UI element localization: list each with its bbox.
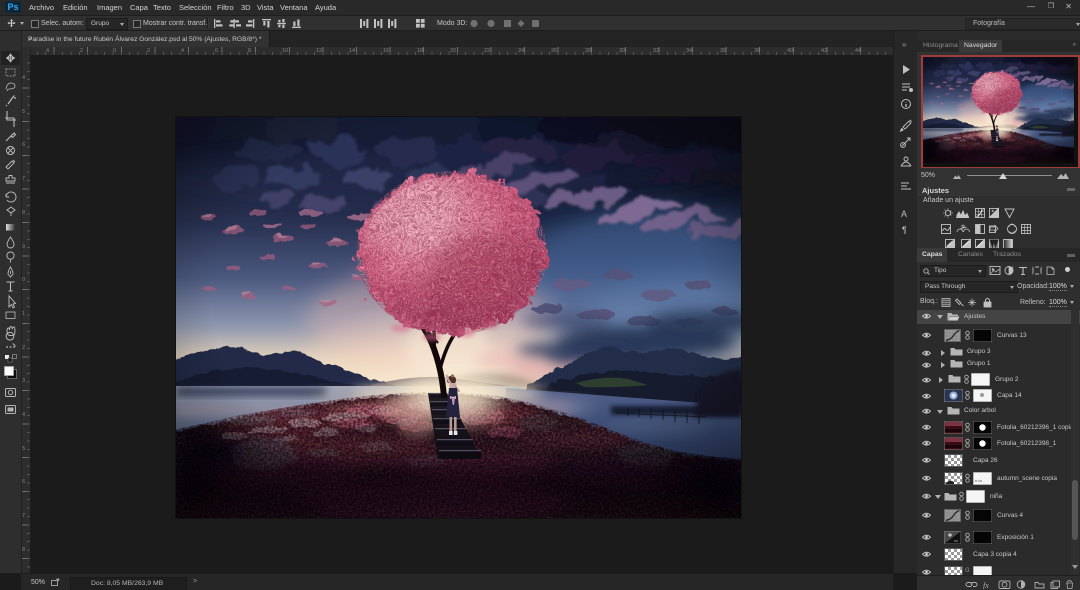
svg-text:»: »: [902, 40, 907, 49]
svg-text:A: A: [901, 209, 907, 219]
svg-text:¶: ¶: [902, 225, 907, 235]
svg-text:fx: fx: [983, 581, 989, 589]
